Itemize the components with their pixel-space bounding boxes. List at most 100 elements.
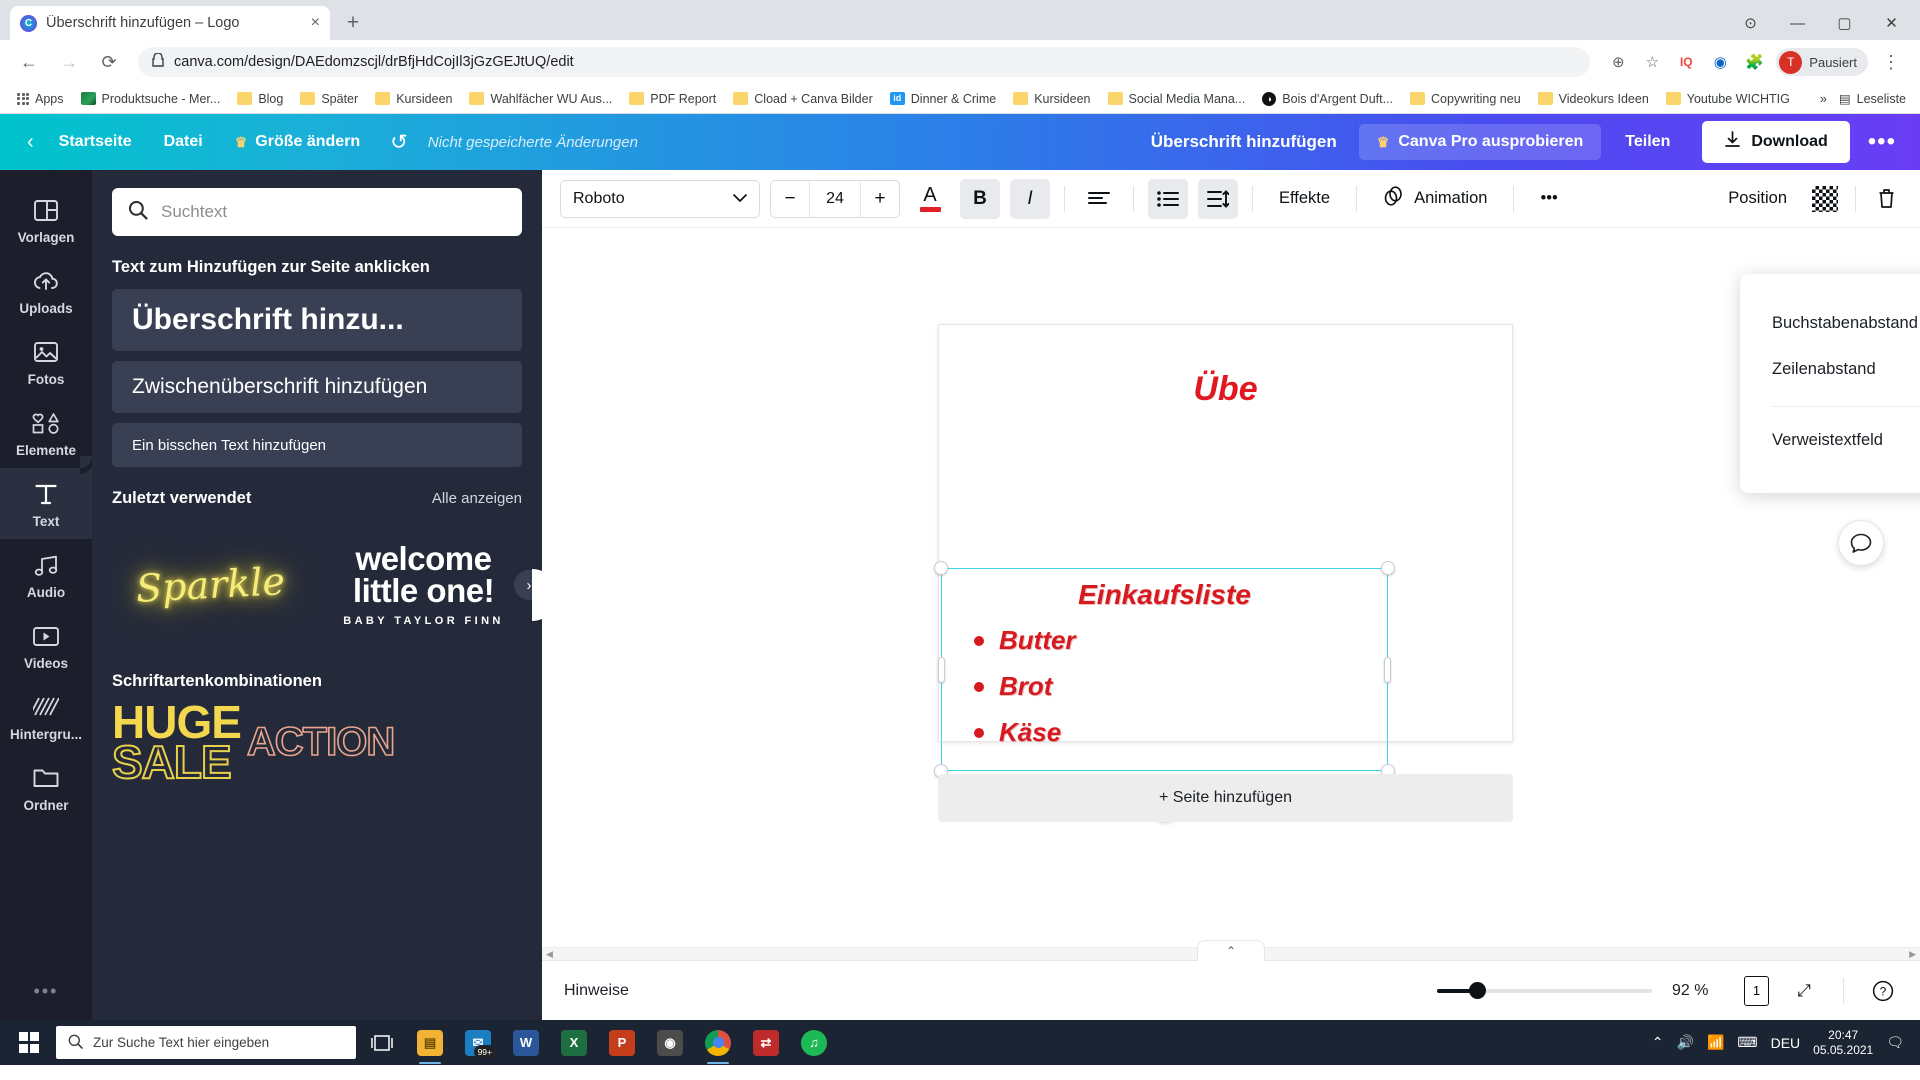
profile-button[interactable]: T Pausiert — [1776, 48, 1868, 76]
canva-pro-button[interactable]: ♛ Canva Pro ausprobieren — [1358, 124, 1602, 160]
bookmark-item[interactable]: Produktsuche - Mer... — [74, 89, 228, 109]
bookmark-item[interactable]: Kursideen — [368, 89, 459, 109]
design-page[interactable]: Übe Einkaufsliste Butter Brot Käse — [934, 324, 1513, 822]
bookmark-item[interactable]: id Dinner & Crime — [883, 89, 1003, 109]
spotify-icon[interactable]: ♫ — [792, 1020, 836, 1065]
task-view-icon[interactable] — [360, 1020, 404, 1065]
collapse-panel-button[interactable]: ⌃ — [1197, 940, 1265, 961]
italic-button[interactable]: I — [1010, 178, 1050, 219]
forward-icon[interactable]: → — [52, 45, 86, 79]
resize-handle-top-right[interactable] — [1381, 561, 1395, 575]
transparency-checker-icon[interactable] — [1805, 179, 1845, 219]
sidebar-item-vorlagen[interactable]: Vorlagen — [0, 184, 92, 255]
zoom-slider[interactable] — [1437, 982, 1652, 999]
browser-menu-icon[interactable]: ⋮ — [1874, 45, 1908, 79]
position-button[interactable]: Position — [1716, 189, 1799, 208]
font-combo-thumb[interactable]: HUGE SALE ACTION — [111, 699, 522, 785]
sidebar-item-text[interactable]: Text — [0, 456, 92, 539]
sparkle-neon-thumb[interactable]: Sparkle — [112, 520, 309, 650]
volume-icon[interactable]: 🔊 — [1677, 1034, 1694, 1051]
add-subheading-card[interactable]: Zwischenüberschrift hinzufügen — [112, 361, 522, 413]
scroll-left-arrow[interactable]: ◀ — [546, 949, 553, 960]
text-color-icon[interactable]: A — [910, 179, 950, 219]
add-heading-card[interactable]: Überschrift hinzu... — [112, 289, 522, 351]
star-icon[interactable]: ☆ — [1640, 50, 1664, 74]
windows-start-icon[interactable] — [6, 1020, 52, 1065]
document-title[interactable]: Überschrift hinzufügen — [1133, 124, 1355, 160]
bookmark-item[interactable]: Kursideen — [1006, 89, 1097, 109]
home-button[interactable]: Startseite — [43, 125, 148, 159]
bookmark-item[interactable]: Wahlfächer WU Aus... — [462, 89, 619, 109]
font-size-stepper[interactable]: − 24 + — [770, 179, 900, 218]
sidebar-item-ordner[interactable]: Ordner — [0, 752, 92, 823]
add-body-text-card[interactable]: Ein bisschen Text hinzufügen — [112, 423, 522, 467]
add-page-button[interactable]: + Seite hinzufügen — [938, 774, 1513, 822]
keyboard-icon[interactable]: ⌨ — [1737, 1034, 1757, 1051]
canvas-area[interactable]: Übe Einkaufsliste Butter Brot Käse + Sei… — [542, 228, 1920, 960]
sidebar-item-elemente[interactable]: Elemente — [0, 397, 92, 468]
resize-button[interactable]: ♛ Größe ändern — [219, 125, 376, 159]
language-indicator[interactable]: DEU — [1771, 1035, 1801, 1051]
puzzle-extension-icon[interactable]: 🧩 — [1742, 50, 1766, 74]
help-question-icon[interactable]: ? — [1868, 976, 1898, 1006]
pages-icon[interactable]: 1 — [1744, 975, 1769, 1006]
scroll-right-arrow[interactable]: ▶ — [1909, 949, 1916, 960]
bookmark-item[interactable]: Copywriting neu — [1403, 89, 1528, 109]
powerpoint-icon[interactable]: P — [600, 1020, 644, 1065]
file-explorer-icon[interactable]: ▤ — [408, 1020, 452, 1065]
new-tab-button[interactable]: + — [336, 6, 370, 40]
animation-button[interactable]: Animation — [1371, 185, 1499, 212]
toolbar-more-button[interactable]: ••• — [1528, 189, 1569, 208]
bookmark-apps[interactable]: Apps — [10, 89, 71, 109]
header-more-button[interactable]: ••• — [1854, 128, 1910, 156]
expand-icon[interactable]: ⤢ — [1789, 976, 1819, 1006]
bookmark-item[interactable]: Youtube WICHTIG — [1659, 89, 1797, 109]
bookmark-item[interactable]: Videokurs Ideen — [1531, 89, 1656, 109]
notes-button[interactable]: Hinweise — [564, 982, 629, 1000]
file-menu-button[interactable]: Datei — [148, 125, 219, 159]
panel-collapse-button[interactable]: ‹ — [532, 569, 542, 621]
bookmark-item[interactable]: Cload + Canva Bilder — [726, 89, 879, 109]
search-box[interactable] — [112, 188, 522, 236]
taskbar-search-input[interactable]: Zur Suche Text hier eingeben — [56, 1026, 356, 1059]
effects-button[interactable]: Effekte — [1267, 189, 1342, 208]
page-heading-text[interactable]: Übe — [939, 370, 1512, 409]
selected-text-element[interactable]: Einkaufsliste Butter Brot Käse ↻ — [934, 561, 1395, 822]
notification-icon[interactable]: 🗨 — [1886, 1034, 1904, 1051]
sidebar-item-hintergrund[interactable]: Hintergru... — [0, 681, 92, 752]
font-size-increase[interactable]: + — [861, 181, 899, 217]
bulleted-list-icon[interactable] — [1148, 178, 1188, 219]
wifi-icon[interactable]: 📶 — [1707, 1034, 1724, 1051]
download-button[interactable]: Download — [1702, 121, 1850, 163]
reload-icon[interactable]: ⟳ — [92, 45, 126, 79]
font-size-value[interactable]: 24 — [809, 180, 861, 217]
close-icon[interactable]: × — [311, 15, 320, 31]
bold-button[interactable]: B — [960, 178, 1000, 219]
bookmark-item[interactable]: PDF Report — [622, 89, 723, 109]
bookmark-item[interactable]: Später — [293, 89, 365, 109]
window-extra-icon[interactable]: ⊙ — [1728, 6, 1773, 40]
reading-list-button[interactable]: ▤ Leseliste — [1839, 91, 1906, 107]
zoom-icon[interactable]: ⊕ — [1606, 50, 1630, 74]
clock[interactable]: 20:47 05.05.2021 — [1813, 1028, 1873, 1056]
rail-more-button[interactable]: ••• — [34, 981, 59, 1002]
filezilla-icon[interactable]: ⇄ — [744, 1020, 788, 1065]
url-input[interactable]: canva.com/design/DAEdomzscjl/drBfjHdCojI… — [138, 47, 1591, 77]
chevron-up-icon[interactable]: ⌃ — [1652, 1034, 1664, 1051]
sidebar-item-audio[interactable]: Audio — [0, 539, 92, 610]
bookmark-item[interactable]: Social Media Mana... — [1101, 89, 1253, 109]
sidebar-item-videos[interactable]: Videos — [0, 610, 92, 681]
minimize-icon[interactable]: — — [1775, 6, 1820, 40]
chevron-left-icon[interactable]: ‹ — [18, 123, 43, 162]
ad-block-icon[interactable]: ◉ — [1708, 50, 1732, 74]
font-family-select[interactable]: Roboto — [560, 179, 760, 218]
resize-handle-middle-left[interactable] — [938, 656, 945, 683]
welcome-little-one-thumb[interactable]: welcome little one! BABY TAYLOR FINN — [325, 520, 522, 650]
sidebar-item-fotos[interactable]: Fotos — [0, 326, 92, 397]
back-icon[interactable]: ← — [12, 45, 46, 79]
resize-handle-middle-right[interactable] — [1384, 656, 1391, 683]
undo-arrow-icon[interactable]: ↺ — [376, 122, 422, 163]
search-input[interactable] — [161, 202, 506, 222]
iq-extension-icon[interactable]: IQ — [1674, 50, 1698, 74]
align-left-icon[interactable] — [1079, 179, 1119, 219]
